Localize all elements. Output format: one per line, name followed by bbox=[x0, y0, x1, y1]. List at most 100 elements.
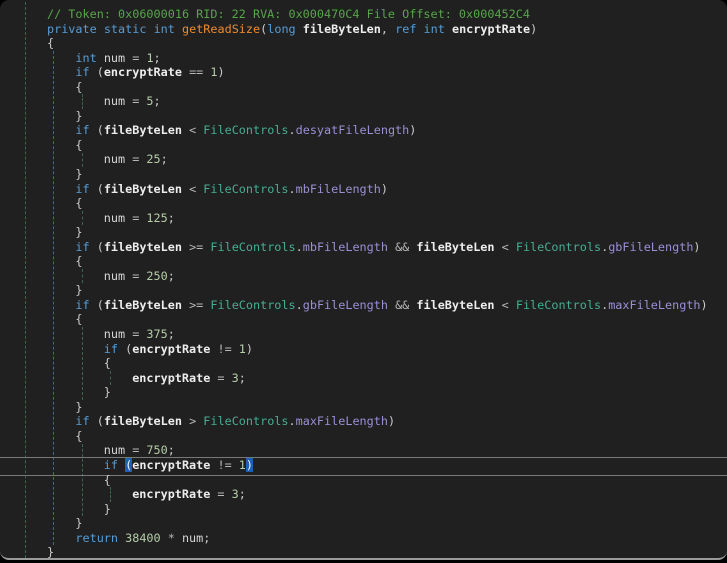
operator: = bbox=[210, 371, 231, 385]
parameter: encryptRate bbox=[132, 458, 210, 472]
number-literal: 5 bbox=[146, 94, 153, 108]
parameter: encryptRate bbox=[132, 342, 210, 356]
punctuation: . bbox=[296, 298, 303, 312]
code-line[interactable]: num = 750; bbox=[0, 443, 727, 458]
punctuation: , bbox=[381, 22, 395, 36]
punctuation: . bbox=[289, 414, 296, 428]
code-line[interactable]: } bbox=[0, 225, 727, 240]
local-variable: num bbox=[104, 443, 125, 457]
code-line[interactable]: if (fileByteLen >= FileControls.gbFileLe… bbox=[0, 298, 727, 313]
punctuation: ) bbox=[701, 298, 708, 312]
operator: < bbox=[182, 182, 203, 196]
code-line[interactable]: if (encryptRate != 1) bbox=[0, 342, 727, 357]
type-name: FileControls bbox=[203, 182, 288, 196]
keyword: if bbox=[75, 123, 89, 137]
code-line[interactable]: { bbox=[0, 36, 727, 51]
code-line[interactable]: { bbox=[0, 312, 727, 327]
code-line[interactable]: encryptRate = 3; bbox=[0, 487, 727, 502]
operator: = bbox=[125, 51, 146, 65]
operator: >= bbox=[182, 240, 210, 254]
punctuation: { bbox=[75, 138, 82, 152]
code-line[interactable]: num = 25; bbox=[0, 152, 727, 167]
operator: < bbox=[495, 240, 516, 254]
punctuation: } bbox=[47, 545, 54, 559]
method-name: getReadSize bbox=[182, 22, 260, 36]
punctuation: ( bbox=[90, 414, 104, 428]
code-line[interactable]: { bbox=[0, 80, 727, 95]
punctuation: ; bbox=[154, 94, 161, 108]
parameter: encryptRate bbox=[104, 65, 182, 79]
punctuation: . bbox=[289, 123, 296, 137]
punctuation: . bbox=[296, 240, 303, 254]
parameter: fileByteLen bbox=[416, 298, 494, 312]
keyword: if bbox=[75, 65, 89, 79]
code-line[interactable]: } bbox=[0, 167, 727, 182]
code-line[interactable]: { bbox=[0, 429, 727, 444]
keyword: int bbox=[75, 51, 96, 65]
keyword: if bbox=[75, 240, 89, 254]
punctuation: ) bbox=[388, 414, 395, 428]
punctuation: } bbox=[104, 385, 111, 399]
operator: < bbox=[182, 123, 203, 137]
number-literal: 1 bbox=[239, 342, 246, 356]
code-line[interactable]: // Token: 0x06000016 RID: 22 RVA: 0x0004… bbox=[0, 7, 727, 22]
field-name: gbFileLength bbox=[303, 298, 388, 312]
code-text-area[interactable]: // Token: 0x06000016 RID: 22 RVA: 0x0004… bbox=[0, 7, 727, 560]
code-line[interactable]: num = 5; bbox=[0, 94, 727, 109]
parameter: fileByteLen bbox=[104, 240, 182, 254]
punctuation: ) bbox=[246, 342, 253, 356]
keyword: int bbox=[154, 22, 175, 36]
punctuation bbox=[97, 22, 104, 36]
code-line[interactable]: private static int getReadSize(long file… bbox=[0, 22, 727, 37]
punctuation: ; bbox=[168, 211, 175, 225]
code-line[interactable]: } bbox=[0, 516, 727, 531]
code-line[interactable]: if (fileByteLen >= FileControls.mbFileLe… bbox=[0, 240, 727, 255]
operator: && bbox=[388, 240, 416, 254]
keyword: if bbox=[75, 414, 89, 428]
code-line[interactable]: { bbox=[0, 356, 727, 371]
code-line[interactable]: return 38400 * num; bbox=[0, 531, 727, 546]
code-line[interactable]: int num = 1; bbox=[0, 51, 727, 66]
code-line[interactable]: if (encryptRate == 1) bbox=[0, 65, 727, 80]
parameter: fileByteLen bbox=[104, 182, 182, 196]
code-line[interactable]: encryptRate = 3; bbox=[0, 371, 727, 386]
code-line[interactable]: { bbox=[0, 254, 727, 269]
code-line[interactable]: { bbox=[0, 138, 727, 153]
keyword: ref bbox=[395, 22, 416, 36]
code-line[interactable]: { bbox=[0, 473, 727, 488]
number-literal: 3 bbox=[232, 487, 239, 501]
code-editor[interactable]: // Token: 0x06000016 RID: 22 RVA: 0x0004… bbox=[0, 0, 727, 560]
code-line[interactable]: num = 125; bbox=[0, 211, 727, 226]
field-name: maxFileLength bbox=[608, 298, 700, 312]
punctuation: } bbox=[75, 283, 82, 297]
code-line[interactable]: num = 250; bbox=[0, 269, 727, 284]
code-line[interactable]: { bbox=[0, 196, 727, 211]
code-line[interactable]: } bbox=[0, 502, 727, 517]
parameter: encryptRate bbox=[132, 487, 210, 501]
code-line[interactable]: } bbox=[0, 385, 727, 400]
local-variable: num bbox=[104, 152, 125, 166]
code-line[interactable]: if (fileByteLen > FileControls.maxFileLe… bbox=[0, 414, 727, 429]
punctuation: } bbox=[75, 167, 82, 181]
punctuation: ( bbox=[118, 342, 132, 356]
keyword: static bbox=[104, 22, 147, 36]
code-line[interactable]: } bbox=[0, 109, 727, 124]
punctuation: . bbox=[289, 182, 296, 196]
code-line[interactable]: if (fileByteLen < FileControls.desyatFil… bbox=[0, 123, 727, 138]
code-line[interactable]: if (fileByteLen < FileControls.mbFileLen… bbox=[0, 182, 727, 197]
operator: = bbox=[210, 487, 231, 501]
field-name: desyatFileLength bbox=[296, 123, 410, 137]
code-line[interactable]: } bbox=[0, 283, 727, 298]
code-line[interactable]: } bbox=[0, 545, 727, 560]
parameter: encryptRate bbox=[452, 22, 530, 36]
code-line[interactable]: num = 375; bbox=[0, 327, 727, 342]
code-line[interactable]: } bbox=[0, 400, 727, 415]
code-line-current[interactable]: if (encryptRate != 1) bbox=[0, 458, 727, 473]
number-literal: 38400 bbox=[125, 531, 161, 545]
punctuation bbox=[175, 22, 182, 36]
comment: // Token: 0x06000016 RID: 22 RVA: 0x0004… bbox=[47, 7, 530, 21]
number-literal: 750 bbox=[146, 443, 167, 457]
field-name: gbFileLength bbox=[608, 240, 693, 254]
keyword: int bbox=[424, 22, 445, 36]
punctuation: ) bbox=[693, 240, 700, 254]
